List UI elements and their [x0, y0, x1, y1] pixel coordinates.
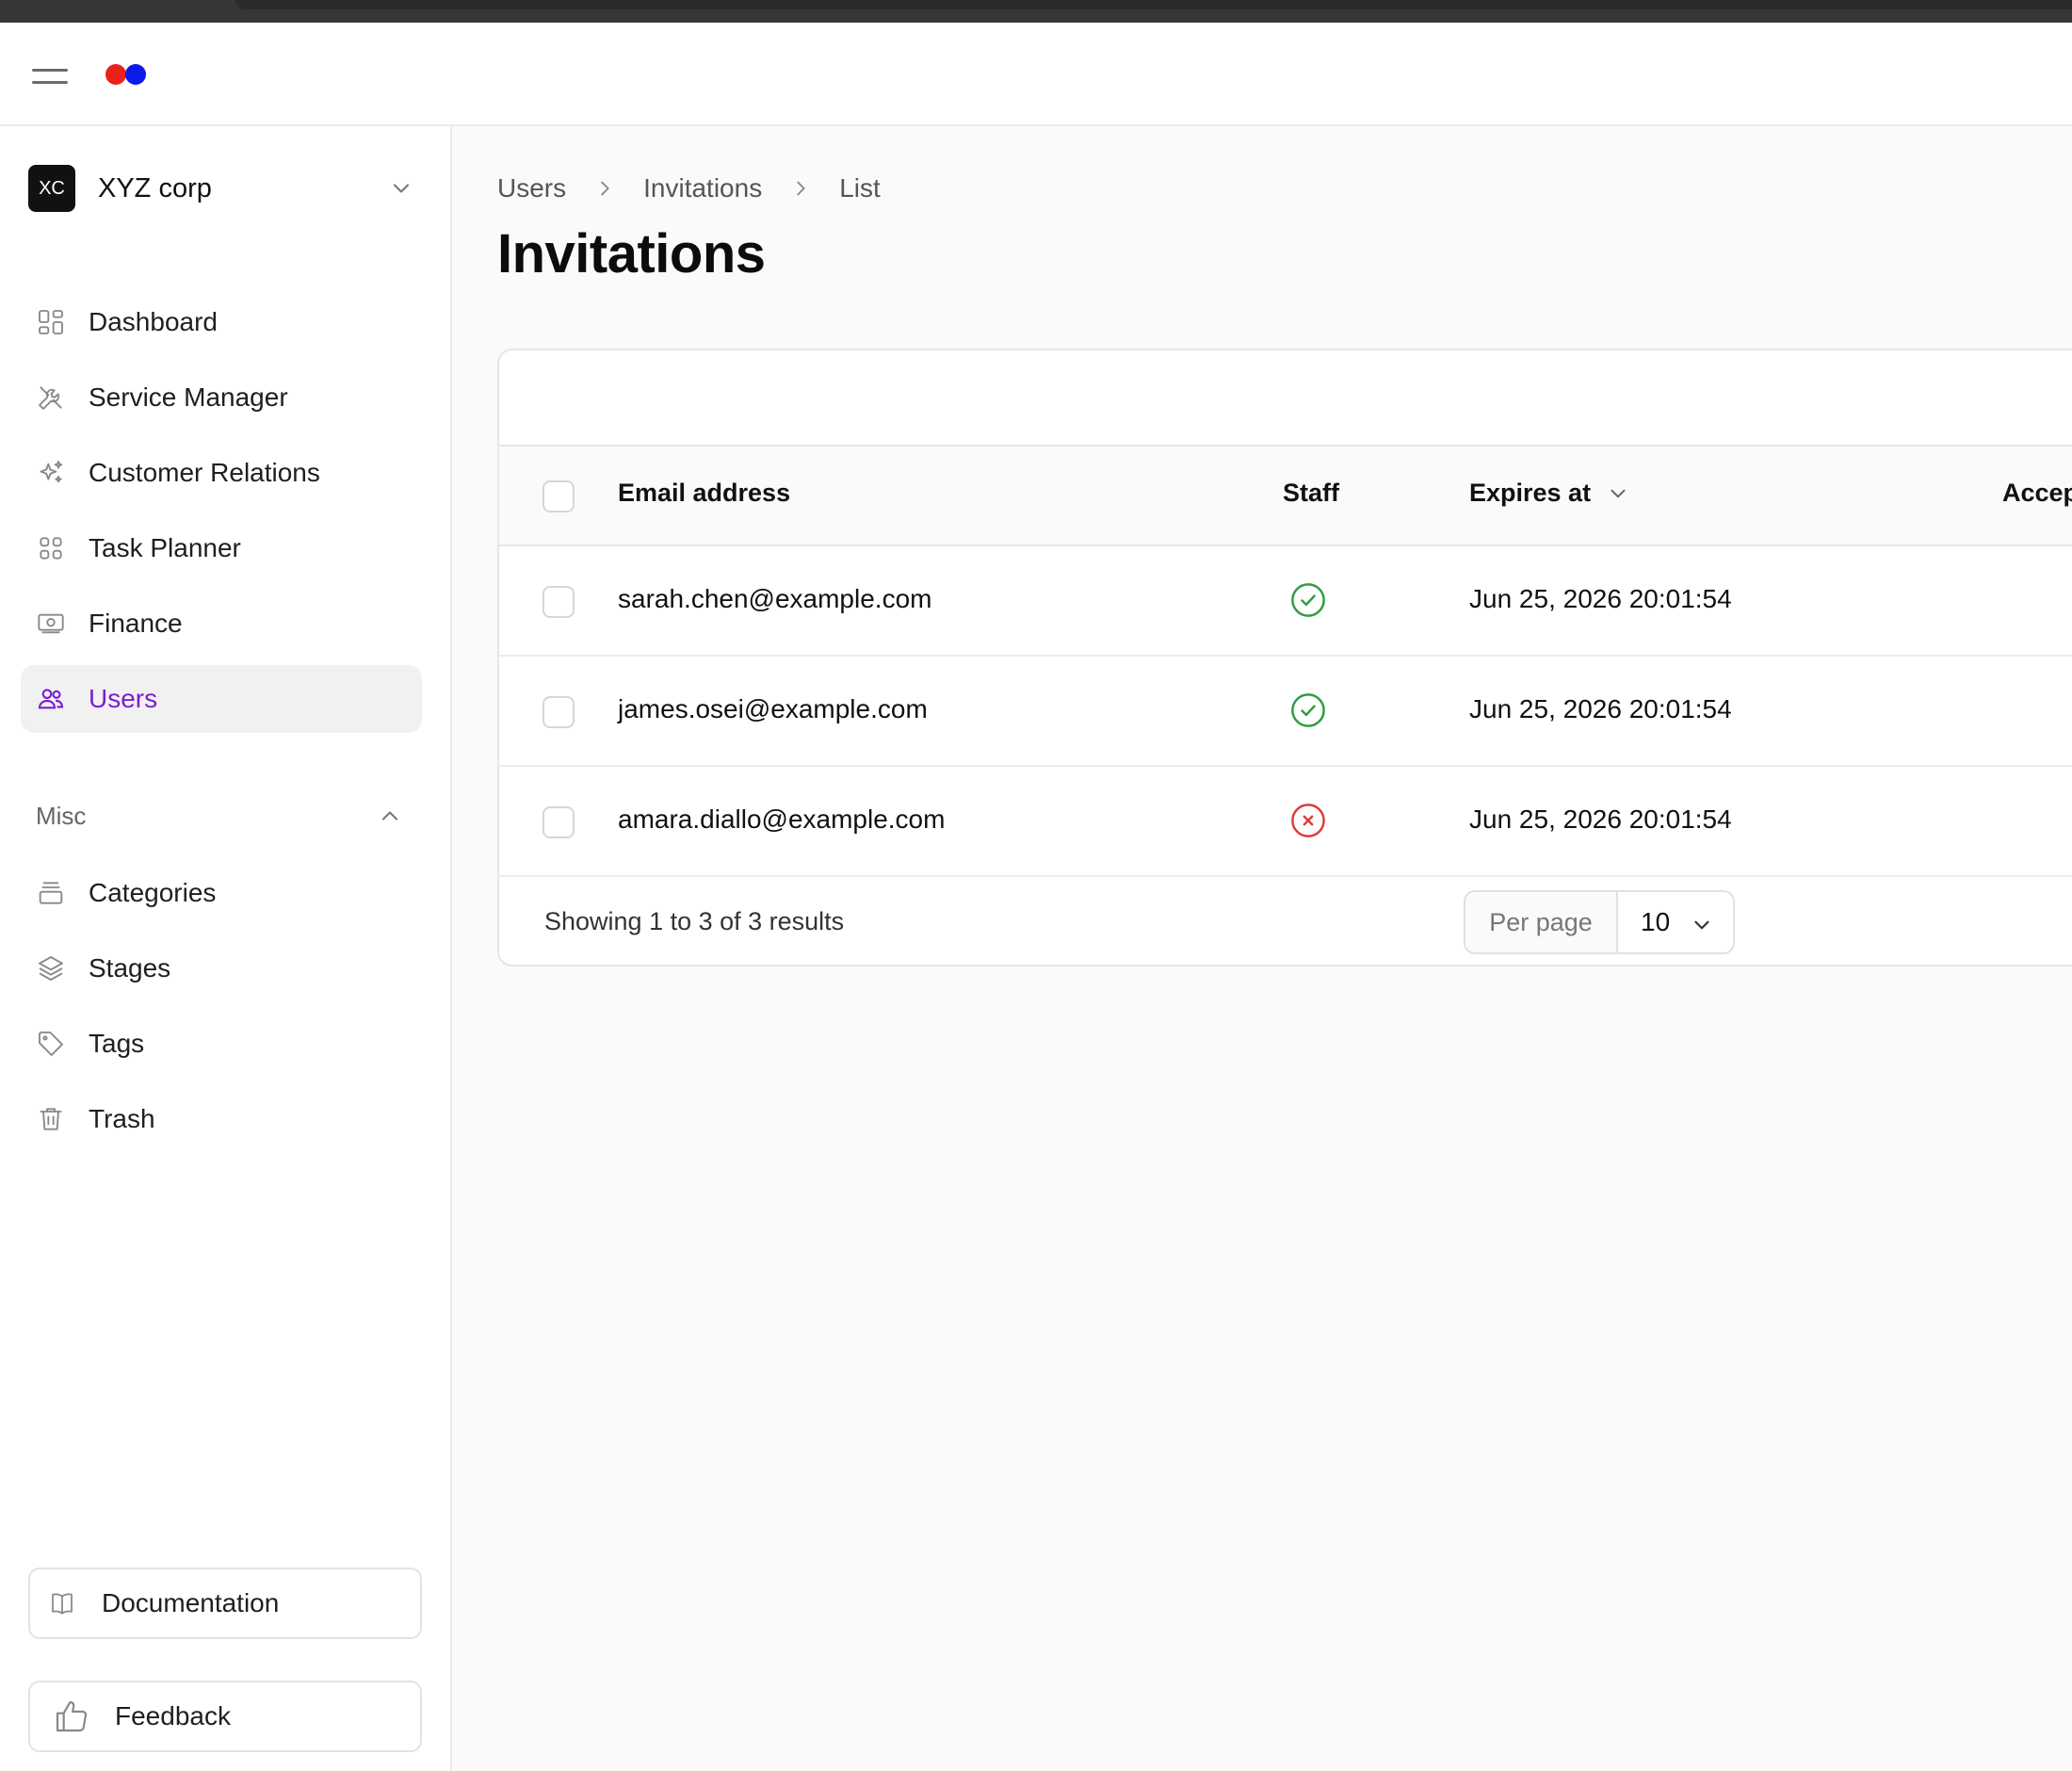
- sidebar-item-label: Categories: [89, 878, 217, 907]
- users-icon: [36, 684, 66, 714]
- org-avatar: XC: [28, 165, 75, 212]
- x-circle-icon: [1288, 801, 1328, 840]
- per-page-control: Per page 10: [1464, 890, 1735, 954]
- per-page-value: 10: [1641, 907, 1671, 936]
- misc-nav: Categories Stages Tags Trash: [21, 859, 422, 1161]
- tag-icon: [36, 1029, 66, 1059]
- row-email: amara.diallo@example.com: [618, 804, 946, 834]
- column-header-expires[interactable]: Expires at: [1469, 479, 1630, 508]
- brand-logo[interactable]: [105, 62, 151, 85]
- sidebar-item-users[interactable]: Users: [21, 665, 422, 733]
- check-circle-icon: [1288, 691, 1328, 730]
- sidebar-item-label: Stages: [89, 953, 171, 983]
- sidebar-item-label: Service Manager: [89, 382, 288, 412]
- window-chrome-tab: [235, 0, 2072, 9]
- per-page-select[interactable]: 10: [1618, 892, 1733, 952]
- grid-icon: [36, 533, 66, 563]
- sidebar-item-categories[interactable]: Categories: [21, 859, 422, 927]
- sidebar-item-trash[interactable]: Trash: [21, 1085, 422, 1153]
- column-header-expires-label: Expires at: [1469, 479, 1592, 507]
- sparkles-icon: [36, 458, 66, 488]
- book-icon: [47, 1588, 77, 1618]
- row-checkbox[interactable]: [542, 586, 575, 618]
- sidebar-item-label: Users: [89, 684, 158, 713]
- row-expires: Jun 25, 2026 20:01:54: [1469, 694, 1732, 723]
- table-row: amara.diallo@example.com Jun 25, 2026 20…: [499, 767, 2072, 877]
- feedback-button[interactable]: Feedback: [28, 1681, 422, 1752]
- row-expires: Jun 25, 2026 20:01:54: [1469, 804, 1732, 834]
- sidebar-item-dashboard[interactable]: Dashboard: [21, 288, 422, 356]
- chevron-up-icon: [381, 811, 398, 821]
- sidebar-item-task-planner[interactable]: Task Planner: [21, 514, 422, 582]
- column-header-staff: Staff: [1283, 479, 1339, 507]
- row-email: james.osei@example.com: [618, 694, 928, 723]
- dashboard-icon: [36, 307, 66, 337]
- sort-chevron-down-icon: [1611, 489, 1626, 497]
- trash-icon: [36, 1104, 66, 1134]
- main-content: Users Invitations List Invitations Email…: [454, 126, 2072, 1771]
- row-expires: Jun 25, 2026 20:01:54: [1469, 584, 1732, 613]
- row-checkbox[interactable]: [542, 806, 575, 838]
- banknote-icon: [36, 609, 66, 639]
- per-page-label: Per page: [1465, 892, 1618, 952]
- sidebar-item-stages[interactable]: Stages: [21, 934, 422, 1002]
- documentation-button[interactable]: Documentation: [28, 1568, 422, 1639]
- table-row: james.osei@example.com Jun 25, 2026 20:0…: [499, 657, 2072, 767]
- chevron-right-icon: [601, 181, 609, 196]
- column-header-email: Email address: [618, 479, 791, 507]
- sidebar-item-finance[interactable]: Finance: [21, 590, 422, 658]
- chevron-down-icon: [1694, 920, 1709, 930]
- org-name: XYZ corp: [98, 172, 212, 203]
- sidebar-item-label: Task Planner: [89, 533, 241, 562]
- documentation-label: Documentation: [102, 1588, 280, 1617]
- check-circle-icon: [1288, 580, 1328, 620]
- breadcrumb: Users Invitations List: [497, 173, 881, 203]
- chevron-down-icon: [393, 184, 410, 193]
- sidebar: XC XYZ corp Dashboard Service Manager Cu…: [0, 126, 452, 1771]
- sidebar-item-label: Customer Relations: [89, 458, 320, 487]
- table-row: sarah.chen@example.com Jun 25, 2026 20:0…: [499, 546, 2072, 657]
- archive-icon: [36, 878, 66, 908]
- breadcrumb-users[interactable]: Users: [497, 173, 566, 203]
- sidebar-item-tags[interactable]: Tags: [21, 1010, 422, 1078]
- thumbs-up-icon: [53, 1698, 90, 1735]
- sidebar-item-label: Dashboard: [89, 307, 218, 336]
- sidebar-item-customer-relations[interactable]: Customer Relations: [21, 439, 422, 507]
- sidebar-item-service-manager[interactable]: Service Manager: [21, 364, 422, 431]
- org-switcher[interactable]: XC XYZ corp: [28, 160, 414, 217]
- misc-section-toggle[interactable]: Misc: [36, 797, 403, 835]
- results-summary: Showing 1 to 3 of 3 results: [544, 907, 845, 935]
- breadcrumb-current: List: [839, 173, 881, 203]
- chevron-right-icon: [797, 181, 805, 196]
- tools-icon: [36, 382, 66, 413]
- table-toolbar: [499, 350, 2072, 447]
- sidebar-item-label: Finance: [89, 609, 183, 638]
- row-email: sarah.chen@example.com: [618, 584, 932, 613]
- row-checkbox[interactable]: [542, 696, 575, 728]
- top-bar: [0, 23, 2072, 126]
- feedback-label: Feedback: [115, 1701, 231, 1730]
- app-window: XC XYZ corp Dashboard Service Manager Cu…: [0, 23, 2072, 1771]
- window-chrome: [0, 0, 2072, 23]
- main-nav: Dashboard Service Manager Customer Relat…: [21, 288, 422, 740]
- misc-section-label: Misc: [36, 801, 87, 830]
- menu-toggle-icon[interactable]: [32, 64, 68, 89]
- sidebar-item-label: Trash: [89, 1104, 155, 1133]
- invitations-table: Email address Staff Expires at Accep sar…: [497, 349, 2072, 967]
- table-footer: Showing 1 to 3 of 3 results Per page 10: [499, 877, 2072, 965]
- layers-icon: [36, 953, 66, 983]
- table-header: Email address Staff Expires at Accep: [499, 447, 2072, 546]
- select-all-checkbox[interactable]: [542, 480, 575, 512]
- breadcrumb-invitations[interactable]: Invitations: [643, 173, 762, 203]
- column-header-accepted: Accep: [2002, 479, 2072, 507]
- sidebar-item-label: Tags: [89, 1029, 145, 1058]
- page-title: Invitations: [497, 223, 766, 284]
